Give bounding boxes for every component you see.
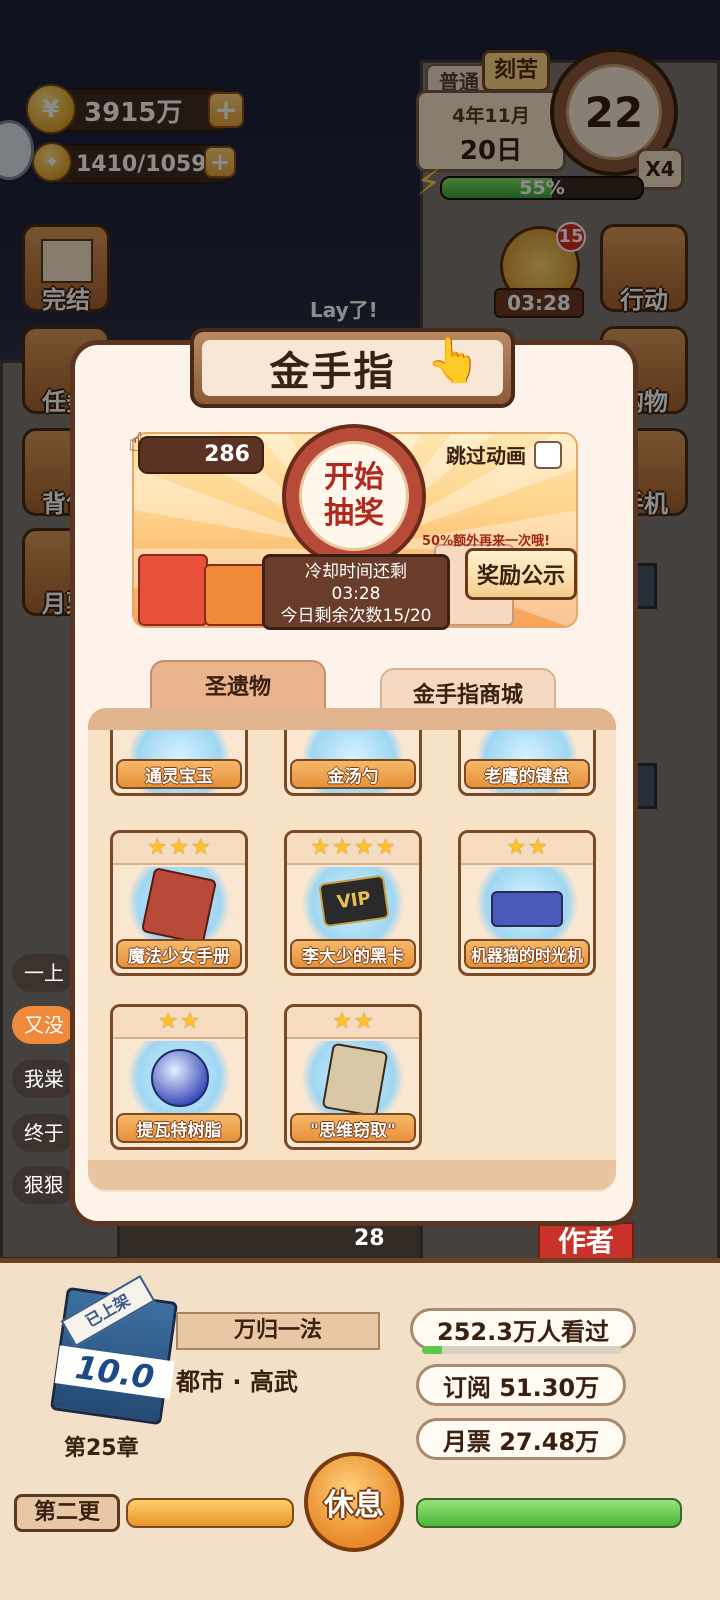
views-text: 252.3万人看过 bbox=[437, 1317, 609, 1346]
item-name: 提瓦特树脂 bbox=[116, 1113, 242, 1143]
start-draw-button[interactable]: 开始 抽奖 bbox=[282, 424, 426, 568]
item-name: 魔法少女手册 bbox=[116, 939, 242, 969]
item-card[interactable]: ★ ★ 提瓦特树脂 bbox=[110, 1004, 248, 1150]
update-progress-bar bbox=[126, 1498, 294, 1528]
item-name: 通灵宝玉 bbox=[116, 759, 242, 789]
chat-line-2: 又没 bbox=[12, 1006, 76, 1044]
book-score: 10.0 bbox=[54, 1345, 175, 1400]
monthly-tickets-pill: 月票 27.48万 bbox=[416, 1418, 626, 1460]
author-sign: 作者 bbox=[538, 1222, 634, 1262]
finger-token-counter: 286 bbox=[138, 436, 264, 474]
item-name: 李大少的黑卡 bbox=[290, 939, 416, 969]
spellbook-icon bbox=[140, 867, 218, 945]
mind-steal-card-icon bbox=[321, 1042, 389, 1118]
gift-icon bbox=[138, 554, 208, 626]
chat-line-3: 我粜 bbox=[12, 1060, 76, 1098]
reward-announcement-button[interactable]: 奖励公示 bbox=[465, 548, 577, 600]
item-grid-footer bbox=[88, 1160, 616, 1190]
chapter-label: 第25章 bbox=[64, 1436, 139, 1461]
cooldown-label: 冷却时间还剩 bbox=[305, 562, 407, 582]
second-update-button[interactable]: 第二更 bbox=[14, 1494, 120, 1532]
book-title: 万归一法 bbox=[176, 1312, 380, 1350]
chat-line-5: 狠狠 bbox=[12, 1166, 76, 1204]
item-grid[interactable]: 通灵宝玉 金汤勺 老鹰的键盘 ★ ★ ★ 魔法少女手册 ★ ★ ★ ★ VIP 李大少的黑… bbox=[88, 708, 616, 1192]
cooldown-panel: 冷却时间还剩 03:28 今日剩余次数15/20 bbox=[262, 554, 450, 630]
finger-token-icon: ☝ bbox=[128, 428, 144, 458]
subscriptions-pill: 订阅 51.30万 bbox=[416, 1364, 626, 1406]
modal-title: 金手指 bbox=[269, 349, 396, 395]
start-draw-label: 开始 抽奖 bbox=[299, 441, 409, 551]
item-name: 金汤勺 bbox=[290, 759, 416, 789]
item-card[interactable]: ★ ★ 机器猫的时光机 bbox=[458, 830, 596, 976]
remaining-draws: 今日剩余次数15/20 bbox=[280, 606, 432, 626]
tab-relics[interactable]: 圣遗物 bbox=[150, 660, 326, 710]
cooldown-time: 03:28 bbox=[331, 584, 381, 604]
item-card[interactable]: ★ ★ ★ 魔法少女手册 bbox=[110, 830, 248, 976]
rest-button[interactable]: 休息 bbox=[304, 1452, 404, 1552]
pointing-hand-icon: 👆 bbox=[426, 335, 481, 386]
item-name: "思维窃取" bbox=[290, 1113, 416, 1143]
skip-animation[interactable]: 跳过动画 bbox=[446, 440, 562, 469]
views-pill: 252.3万人看过 bbox=[410, 1308, 636, 1350]
item-card[interactable]: 通灵宝玉 bbox=[110, 730, 248, 796]
resin-icon bbox=[151, 1049, 209, 1107]
item-card[interactable]: ★ ★ "思维窃取" bbox=[284, 1004, 422, 1150]
item-card[interactable]: 老鹰的键盘 bbox=[458, 730, 596, 796]
item-card[interactable]: ★ ★ ★ ★ VIP 李大少的黑卡 bbox=[284, 830, 422, 976]
energy-progress-bar bbox=[416, 1498, 682, 1528]
start-draw-text: 开始 抽奖 bbox=[324, 460, 384, 531]
book-genre: 都市 · 高武 bbox=[176, 1368, 298, 1396]
views-progress-fill bbox=[422, 1346, 442, 1354]
chat-line-1: 一上 bbox=[12, 954, 76, 992]
time-machine-icon bbox=[491, 891, 563, 927]
seat-number: 28 bbox=[354, 1226, 385, 1251]
item-card[interactable]: 金汤勺 bbox=[284, 730, 422, 796]
skip-animation-label: 跳过动画 bbox=[446, 444, 526, 468]
views-progress bbox=[422, 1346, 622, 1354]
bonus-text: 50%额外再来一次哦! bbox=[422, 534, 551, 549]
chat-line-4: 终于 bbox=[12, 1114, 76, 1152]
vip-card-icon: VIP bbox=[318, 874, 390, 928]
skip-animation-checkbox[interactable] bbox=[534, 440, 562, 469]
item-name: 机器猫的时光机 bbox=[464, 939, 590, 969]
item-name: 老鹰的键盘 bbox=[464, 759, 590, 789]
